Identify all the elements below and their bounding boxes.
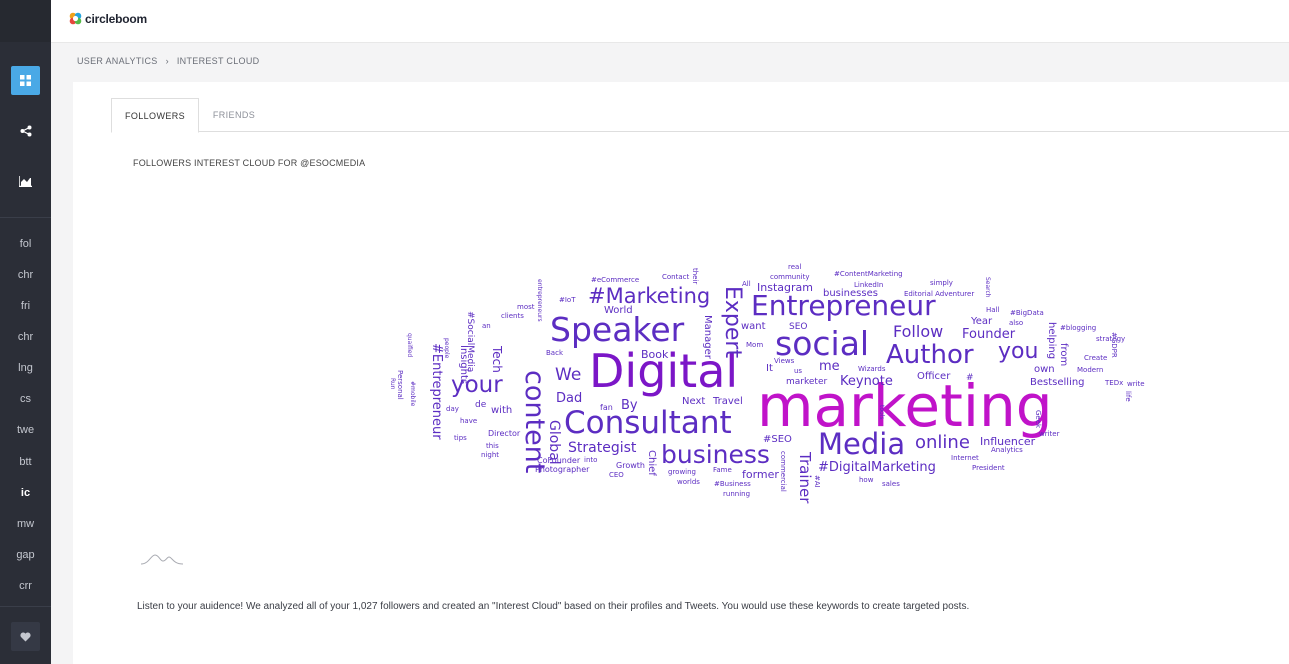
share-icon[interactable] [11, 116, 40, 145]
sidebar-item-lng[interactable]: lng [0, 362, 51, 374]
sidebar-item-gap[interactable]: gap [0, 549, 51, 561]
top-bar: circleboom [51, 0, 1289, 43]
sidebar-item-crr[interactable]: crr [0, 580, 51, 592]
sidebar-item-chr[interactable]: chr [0, 269, 51, 281]
sidebar: fol chr fri chr lng cs twe btt ic mw gap… [0, 0, 51, 664]
content-card [73, 82, 1289, 664]
description-text: Listen to your auidence! We analyzed all… [137, 601, 970, 612]
sidebar-item-ic[interactable]: ic [0, 487, 51, 499]
sidebar-item-fri[interactable]: fri [0, 300, 51, 312]
loading-wave-icon [141, 554, 183, 565]
tab-followers[interactable]: FOLLOWERS [111, 98, 199, 133]
sidebar-item-cs[interactable]: cs [0, 393, 51, 405]
sidebar-item-btt[interactable]: btt [0, 456, 51, 468]
sidebar-item-twe[interactable]: twe [0, 424, 51, 436]
brand-logo[interactable]: circleboom [68, 11, 147, 26]
brand-name: circleboom [85, 11, 148, 26]
sidebar-divider-bottom [0, 606, 51, 607]
sidebar-item-fol[interactable]: fol [0, 238, 51, 250]
cloud-title: FOLLOWERS INTEREST CLOUD FOR @ESOCMEDIA [133, 158, 366, 168]
dashboard-icon[interactable] [11, 66, 40, 95]
tab-friends[interactable]: FRIENDS [198, 98, 270, 131]
breadcrumb-page: INTEREST CLOUD [176, 56, 260, 66]
breadcrumb-separator: › [165, 56, 169, 66]
heart-icon[interactable] [11, 622, 40, 651]
sidebar-divider [0, 217, 51, 218]
chart-icon[interactable] [11, 167, 40, 196]
tab-divider [111, 131, 1289, 132]
sidebar-item-chr-2[interactable]: chr [0, 331, 51, 343]
breadcrumb: USER ANALYTICS › INTEREST CLOUD [77, 56, 259, 66]
sidebar-header [0, 0, 51, 42]
circleboom-logo-icon [69, 12, 82, 25]
breadcrumb-section[interactable]: USER ANALYTICS [77, 56, 158, 66]
sidebar-item-mw[interactable]: mw [0, 518, 51, 530]
